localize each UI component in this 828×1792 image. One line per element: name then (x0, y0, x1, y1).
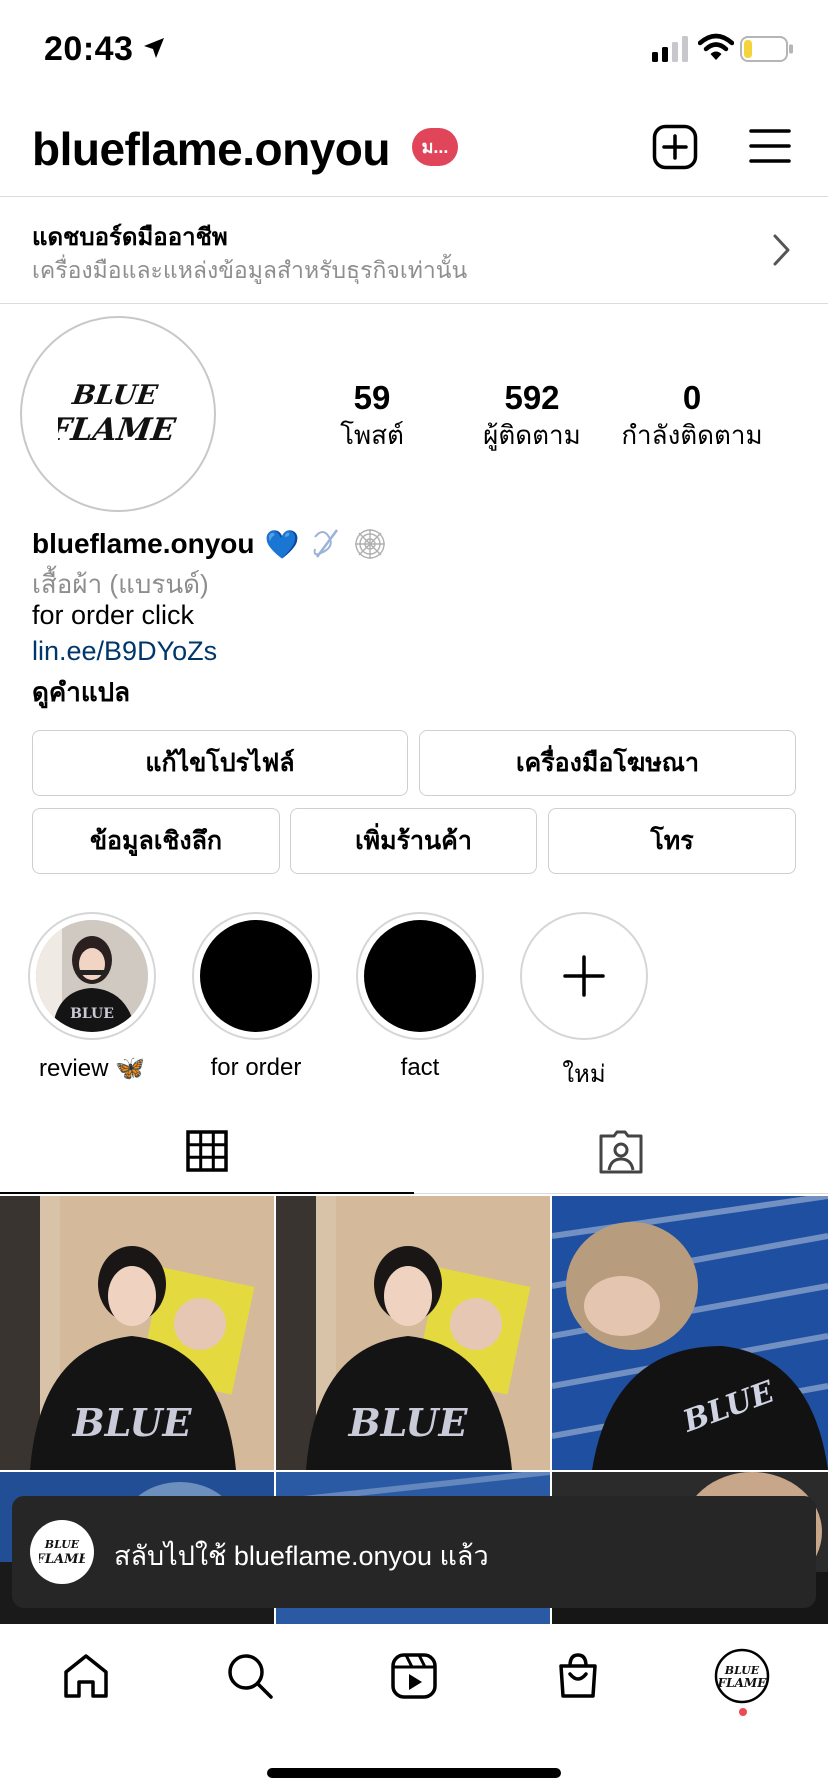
svg-text:BLUE: BLUE (44, 1538, 80, 1551)
bio-link[interactable]: lin.ee/B9DYoZs (32, 636, 792, 672)
blue-heart-emoji: 💙 (264, 528, 300, 560)
thread-needle-icon (313, 529, 339, 558)
bio-text: for order click (32, 600, 195, 630)
followers-stat[interactable]: 592 ผู้ติดตาม (472, 378, 592, 452)
account-switch-toast: BLUE FLAME สลับไปใช้ blueflame.onyou แล้… (12, 1496, 816, 1608)
status-bar: 20:43 (0, 0, 828, 96)
profile-avatar: BLUE FLAME (714, 1648, 770, 1704)
tab-posts-grid[interactable] (0, 1110, 414, 1194)
chevron-right-icon (773, 234, 790, 266)
svg-text:FLAME: FLAME (58, 412, 178, 448)
bottom-navigation: BLUE FLAME (0, 1624, 828, 1792)
header-username[interactable]: blueflame.onyou (32, 122, 390, 176)
edit-profile-button[interactable]: แก้ไขโปรไฟล์ (32, 730, 408, 796)
post-thumbnail[interactable]: BLUE (276, 1196, 550, 1470)
posts-label: โพสต์ (340, 420, 404, 450)
profile-avatar[interactable]: BLUE FLAME (20, 316, 216, 512)
post-thumbnail[interactable]: BLUE (552, 1196, 828, 1470)
following-label: กำลังติดตาม (621, 420, 763, 450)
profile-header: blueflame.onyou ม... (0, 96, 828, 196)
following-count: 0 (682, 379, 702, 416)
hamburger-menu-icon[interactable] (748, 126, 792, 166)
insights-button[interactable]: ข้อมูลเชิงลึก (32, 808, 280, 874)
location-arrow-icon (144, 38, 164, 58)
highlight-ring (356, 912, 484, 1040)
svg-text:BLUE: BLUE (348, 1400, 469, 1445)
highlight-label: ใหม่ (562, 1061, 606, 1088)
signal-icon (652, 36, 688, 62)
see-translation-link[interactable]: ดูคำแปล (32, 672, 792, 708)
svg-text:BLUE: BLUE (72, 1400, 193, 1445)
blueflame-logo: BLUE FLAME (58, 380, 178, 448)
highlight-ring: BLUE (28, 912, 156, 1040)
post-thumbnail[interactable]: BLUE (0, 1196, 274, 1470)
highlight-cover (364, 920, 476, 1032)
ad-tools-button[interactable]: เครื่องมือโฆษณา (419, 730, 796, 796)
highlight-ring (192, 912, 320, 1040)
account-notification-badge[interactable]: ม... (412, 128, 458, 166)
highlight-cover (200, 920, 312, 1032)
highlight-label: review 🦋 (39, 1055, 145, 1082)
battery-icon (740, 36, 793, 62)
professional-dashboard[interactable]: แดชบอร์ดมืออาชีพ เครื่องมือและแหล่งข้อมู… (0, 196, 828, 304)
highlight-new[interactable]: ใหม่ (520, 912, 648, 1093)
blueflame-logo: BLUE FLAME (39, 1538, 85, 1567)
bio-name-row: blueflame.onyou 💙 (32, 526, 792, 562)
followers-count: 592 (504, 379, 560, 416)
highlight-label: for order (210, 1054, 302, 1081)
nav-shop[interactable] (550, 1648, 606, 1704)
spider-web-icon (355, 529, 386, 559)
posts-count: 59 (353, 379, 391, 416)
review-highlight-photo: BLUE (36, 920, 148, 1032)
svg-text:BLUE: BLUE (70, 380, 160, 411)
highlight-ring (520, 912, 648, 1040)
reels-icon (391, 1653, 437, 1699)
highlight-for-order[interactable]: for order (192, 912, 320, 1082)
following-stat[interactable]: 0 กำลังติดตาม (612, 378, 772, 452)
dashboard-title: แดชบอร์ดมืออาชีพ (32, 224, 228, 251)
search-icon (228, 1654, 273, 1699)
highlight-fact[interactable]: fact (356, 912, 484, 1082)
shop-bag-icon (559, 1653, 597, 1698)
status-time: 20:43 (44, 30, 134, 68)
home-indicator[interactable] (267, 1768, 561, 1778)
profile-bio: blueflame.onyou 💙 เสื้อผ้า (แบรนด์) for … (32, 526, 792, 708)
nav-profile[interactable]: BLUE FLAME (712, 1646, 772, 1706)
home-icon (64, 1654, 108, 1698)
dashboard-subtitle: เครื่องมือและแหล่งข้อมูลสำหรับธุรกิจเท่า… (32, 257, 468, 283)
followers-label: ผู้ติดตาม (483, 420, 581, 450)
posts-stat[interactable]: 59 โพสต์ (314, 378, 430, 452)
nav-search[interactable] (222, 1648, 278, 1704)
toast-avatar: BLUE FLAME (30, 1520, 94, 1584)
highlight-label: fact (400, 1054, 440, 1081)
plus-square-icon[interactable] (652, 124, 698, 170)
highlight-review[interactable]: BLUE review 🦋 (28, 912, 156, 1083)
toast-message: สลับไปใช้ blueflame.onyou แล้ว (114, 1541, 489, 1571)
plus-icon (563, 955, 605, 997)
bio-display-name: blueflame.onyou (32, 528, 255, 559)
add-shop-button[interactable]: เพิ่มร้านค้า (290, 808, 537, 874)
notification-dot (739, 1708, 747, 1716)
svg-text:FLAME: FLAME (39, 1552, 85, 1567)
grid-icon (186, 1130, 228, 1172)
bio-category: เสื้อผ้า (แบรนด์) (32, 569, 209, 599)
profile-page: 20:43 blueflame.onyou ม... แดชบอร์ดมืออา… (0, 0, 828, 1792)
svg-text:FLAME: FLAME (717, 1676, 768, 1690)
profile-tabs (0, 1110, 828, 1194)
nav-reels[interactable] (386, 1648, 442, 1704)
tagged-person-icon (599, 1130, 643, 1174)
svg-text:BLUE: BLUE (70, 1006, 114, 1022)
call-button[interactable]: โทร (548, 808, 796, 874)
tab-tagged[interactable] (414, 1110, 828, 1194)
wifi-icon (698, 33, 734, 60)
nav-home[interactable] (58, 1648, 114, 1704)
